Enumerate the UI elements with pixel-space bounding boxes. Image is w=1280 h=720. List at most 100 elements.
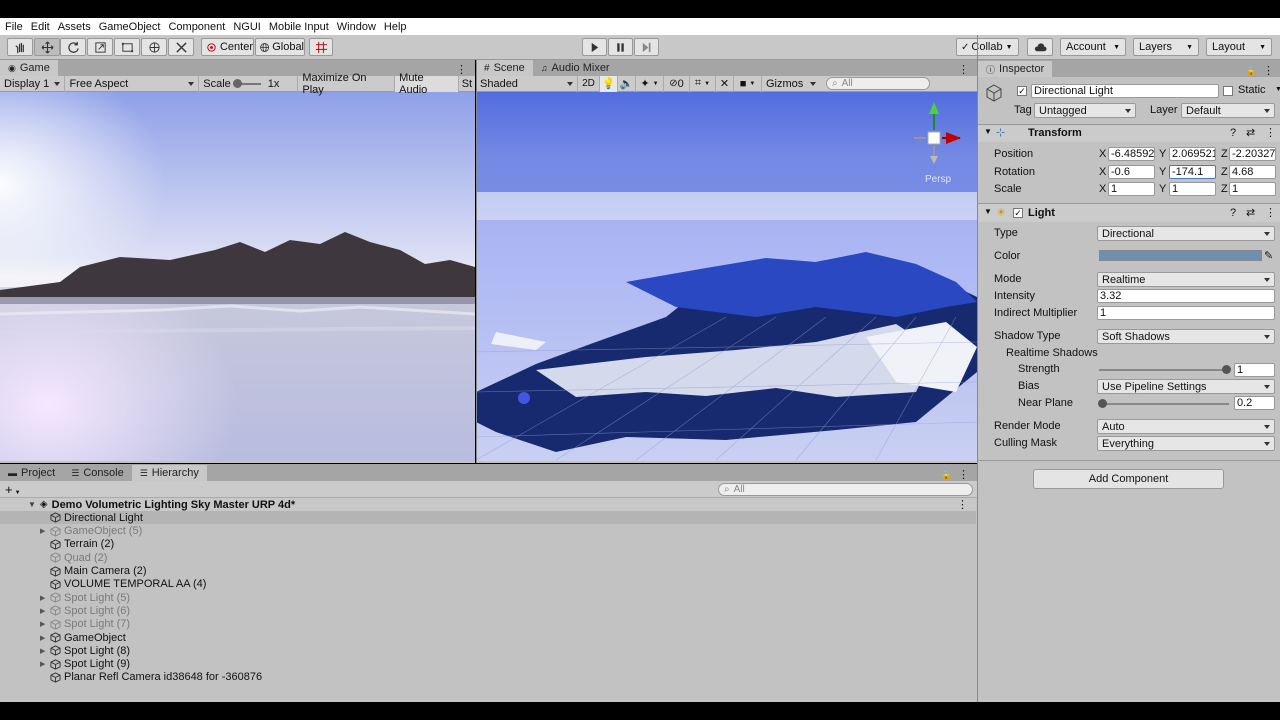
help-icon[interactable]: ? xyxy=(1230,207,1236,219)
scene-root-row[interactable]: ▼ ◈ Demo Volumetric Lighting Sky Master … xyxy=(0,498,976,511)
expand-triangle-icon[interactable]: ▼ xyxy=(984,207,992,216)
scale-tool-button[interactable] xyxy=(87,38,113,56)
light-mode-dropdown[interactable]: Realtime xyxy=(1097,272,1275,287)
tab-hierarchy[interactable]: ☰ Hierarchy xyxy=(131,465,207,481)
near-plane-slider-thumb[interactable] xyxy=(1097,399,1107,408)
pause-button[interactable] xyxy=(608,38,633,56)
gizmos-dropdown[interactable]: Gizmos xyxy=(762,76,820,92)
panel-menu-icon[interactable]: ⋮ xyxy=(456,63,475,76)
component-menu-icon[interactable]: ⋮ xyxy=(1265,206,1276,219)
play-button[interactable] xyxy=(582,38,607,56)
lock-icon[interactable]: 🔒 xyxy=(941,470,958,481)
maximize-on-play-toggle[interactable]: Maximize On Play xyxy=(298,72,396,96)
tab-console[interactable]: ☰ Console xyxy=(63,465,131,481)
expand-triangle-icon[interactable]: ▶ xyxy=(40,527,50,535)
culling-mask-dropdown[interactable]: Everything xyxy=(1097,436,1275,451)
menu-assets[interactable]: Assets xyxy=(58,21,91,33)
menu-gameobject[interactable]: GameObject xyxy=(99,21,161,33)
expand-triangle-icon[interactable]: ▶ xyxy=(40,660,50,668)
scene-search-field[interactable]: ⌕ All xyxy=(826,77,930,90)
expand-triangle-icon[interactable]: ▶ xyxy=(40,647,50,655)
panel-menu-icon[interactable]: ⋮ xyxy=(1263,64,1280,77)
tab-scene[interactable]: # Scene xyxy=(476,60,533,76)
active-checkbox[interactable]: ✓ xyxy=(1017,86,1027,96)
expand-triangle-icon[interactable]: ▼ xyxy=(984,127,992,136)
hierarchy-search-field[interactable]: ⌕ All xyxy=(718,483,973,496)
tools-toggle[interactable]: ✕ xyxy=(716,75,734,92)
tab-inspector[interactable]: ⓘ Inspector xyxy=(978,61,1053,77)
step-button[interactable] xyxy=(634,38,659,56)
pivot-center-button[interactable]: Center xyxy=(201,38,254,56)
shading-dropdown[interactable]: Shaded xyxy=(476,75,578,92)
global-space-button[interactable]: Global xyxy=(255,38,305,56)
tab-audio-mixer[interactable]: ♫ Audio Mixer xyxy=(533,60,618,76)
static-checkbox[interactable] xyxy=(1223,86,1233,96)
transform-header[interactable]: ▼ ⊹ Transform ? ⇄ ⋮ xyxy=(978,125,1280,142)
layers-dropdown[interactable]: Layers ▼ xyxy=(1133,38,1199,56)
custom-tool-button[interactable] xyxy=(168,38,194,56)
position-y-field[interactable]: 2.069521 xyxy=(1169,147,1216,161)
expand-triangle-icon[interactable]: ▶ xyxy=(40,634,50,642)
add-object-button[interactable]: + ▼ xyxy=(5,482,21,497)
hierarchy-item[interactable]: ▶ Spot Light (5) xyxy=(0,591,976,604)
hierarchy-item[interactable]: ▶ GameObject xyxy=(0,631,976,644)
menu-component[interactable]: Component xyxy=(168,21,225,33)
object-name-field[interactable]: Directional Light xyxy=(1031,84,1219,98)
preset-icon[interactable]: ⇄ xyxy=(1246,126,1255,139)
hierarchy-item[interactable]: Planar Refl Camera id38648 for -360876 xyxy=(0,671,976,684)
component-menu-icon[interactable]: ⋮ xyxy=(1265,126,1276,139)
light-type-dropdown[interactable]: Directional xyxy=(1097,226,1275,241)
scene-menu-icon[interactable]: ⋮ xyxy=(957,498,968,511)
menu-file[interactable]: File xyxy=(5,21,23,33)
scale-x-field[interactable]: 1 xyxy=(1108,182,1155,196)
cloud-button[interactable] xyxy=(1027,38,1053,56)
hierarchy-item[interactable]: ▶ Spot Light (6) xyxy=(0,604,976,617)
hierarchy-item[interactable]: Main Camera (2) xyxy=(0,565,976,578)
hierarchy-item[interactable]: Quad (2) xyxy=(0,551,976,564)
hierarchy-item[interactable]: ▶ GameObject (5) xyxy=(0,525,976,538)
layout-dropdown[interactable]: Layout ▼ xyxy=(1206,38,1272,56)
hierarchy-item[interactable]: ▶ Spot Light (9) xyxy=(0,658,976,671)
audio-toggle[interactable]: 🔈 xyxy=(618,75,636,92)
menu-edit[interactable]: Edit xyxy=(31,21,50,33)
scale-slider-thumb[interactable] xyxy=(232,78,242,88)
menu-help[interactable]: Help xyxy=(384,21,407,33)
layer-dropdown[interactable]: Default xyxy=(1181,103,1275,118)
hierarchy-item[interactable]: ▶ Spot Light (7) xyxy=(0,618,976,631)
render-mode-dropdown[interactable]: Auto xyxy=(1097,419,1275,434)
position-x-field[interactable]: -6.48592 xyxy=(1108,147,1155,161)
scene-view-render[interactable]: Persp xyxy=(476,92,977,461)
camera-view-dropdown[interactable]: ■ ▼ xyxy=(734,75,762,92)
hierarchy-item[interactable]: Directional Light xyxy=(0,511,976,525)
move-tool-button[interactable] xyxy=(34,38,60,56)
add-component-button[interactable]: Add Component xyxy=(1033,469,1224,489)
light-enabled-checkbox[interactable]: ✓ xyxy=(1013,208,1023,218)
strength-slider-thumb[interactable] xyxy=(1221,365,1231,374)
expand-triangle-icon[interactable]: ▶ xyxy=(40,620,50,628)
preset-icon[interactable]: ⇄ xyxy=(1246,206,1255,219)
menu-window[interactable]: Window xyxy=(337,21,376,33)
shadow-type-dropdown[interactable]: Soft Shadows xyxy=(1097,329,1275,344)
camera-settings-dropdown[interactable]: ⌗ ▼ xyxy=(690,75,716,92)
expand-triangle-icon[interactable]: ▼ xyxy=(28,500,36,509)
mute-audio-toggle[interactable]: Mute Audio xyxy=(395,72,459,96)
menu-ngui[interactable]: NGUI xyxy=(233,21,261,33)
scene-visibility-toggle[interactable]: ⊘ 0 xyxy=(664,75,690,92)
hand-tool-button[interactable] xyxy=(7,38,33,56)
tab-game[interactable]: ◉ Game xyxy=(0,60,58,76)
indirect-multiplier-field[interactable]: 1 xyxy=(1097,306,1275,320)
grid-snap-button[interactable] xyxy=(309,38,333,56)
aspect-dropdown[interactable]: Free Aspect xyxy=(65,75,200,92)
hierarchy-item[interactable]: Terrain (2) xyxy=(0,538,976,551)
panel-menu-icon[interactable]: ⋮ xyxy=(958,63,977,76)
eyedropper-icon[interactable]: ✎ xyxy=(1264,249,1273,262)
toggle-2d-button[interactable]: 2D xyxy=(578,75,600,92)
rect-tool-button[interactable] xyxy=(114,38,140,56)
light-color-swatch[interactable] xyxy=(1099,250,1262,261)
stats-toggle[interactable]: St xyxy=(459,76,475,92)
collab-button[interactable]: ✓ Collab ▼ xyxy=(956,38,1019,56)
tag-dropdown[interactable]: Untagged xyxy=(1034,103,1136,118)
menu-mobile-input[interactable]: Mobile Input xyxy=(269,21,329,33)
effects-dropdown[interactable]: ✦ ▼ xyxy=(636,75,664,92)
chevron-down-icon[interactable]: ▼ xyxy=(1275,86,1280,93)
